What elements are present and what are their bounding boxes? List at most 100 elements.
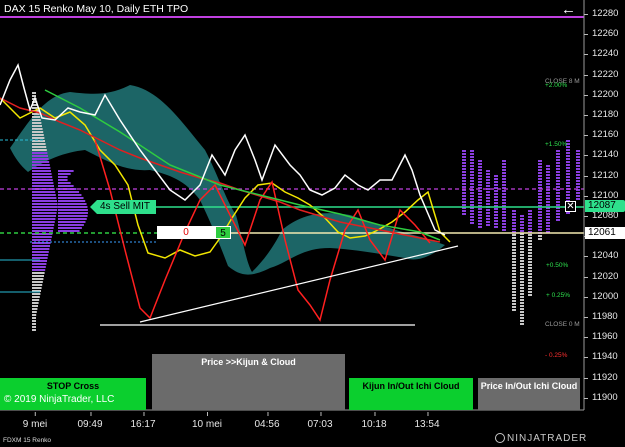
tpo-bar xyxy=(486,200,490,202)
tpo-bar xyxy=(478,199,482,201)
tpo-bar xyxy=(58,176,68,178)
tpo-bar xyxy=(32,245,50,247)
tpo-bar xyxy=(32,248,50,250)
tpo-bar xyxy=(478,211,482,213)
tpo-bar xyxy=(32,134,44,136)
tpo-bar xyxy=(470,210,474,212)
percent-level-label: +1.50% xyxy=(545,141,568,148)
tpo-bar xyxy=(502,169,506,171)
tpo-bar xyxy=(470,198,474,200)
tpo-bar xyxy=(32,155,48,157)
tpo-bar xyxy=(556,156,560,158)
tpo-bar xyxy=(502,217,506,219)
tpo-bar xyxy=(502,178,506,180)
tpo-bar xyxy=(520,317,524,319)
tpo-bar xyxy=(520,293,524,295)
tpo-bar xyxy=(556,171,560,173)
price-inout-cloud-button[interactable]: Price In/Out Ichi Cloud xyxy=(478,378,580,410)
tpo-bar xyxy=(556,210,560,212)
tpo-bar xyxy=(502,223,506,225)
tpo-bar xyxy=(556,192,560,194)
tpo-bar xyxy=(528,285,532,287)
tpo-bar xyxy=(538,178,542,180)
percent-level-label: - 0.25% xyxy=(545,352,568,359)
tpo-bar xyxy=(512,213,516,215)
tpo-bar xyxy=(462,174,466,176)
tpo-bar xyxy=(32,284,43,286)
tpo-bar xyxy=(470,159,474,161)
tpo-bar xyxy=(538,163,542,165)
tpo-bar xyxy=(462,195,466,197)
tpo-bar xyxy=(566,149,570,151)
tpo-bar xyxy=(538,184,542,186)
order-quantity[interactable]: 5 xyxy=(215,226,231,239)
tpo-bar xyxy=(478,214,482,216)
tpo-bar xyxy=(520,290,524,292)
tpo-bar xyxy=(470,153,474,155)
price-kijun-cloud-button[interactable]: Price >>Kijun & Cloud xyxy=(152,354,345,410)
tpo-bar xyxy=(546,222,550,224)
tpo-bar xyxy=(512,258,516,260)
tpo-bar xyxy=(32,296,40,298)
tpo-bar xyxy=(520,323,524,325)
tpo-bar xyxy=(462,165,466,167)
tpo-bar xyxy=(556,165,560,167)
tpo-bar xyxy=(538,238,542,240)
tpo-bar xyxy=(32,257,48,259)
tpo-bar xyxy=(538,235,542,237)
price-tick: 12000 xyxy=(583,290,619,302)
tpo-bar xyxy=(566,170,570,172)
tpo-bar xyxy=(512,225,516,227)
tpo-bar xyxy=(462,171,466,173)
tpo-bar xyxy=(538,166,542,168)
tpo-bar xyxy=(538,181,542,183)
tpo-bar xyxy=(502,226,506,228)
tpo-bar xyxy=(538,202,542,204)
tpo-bar xyxy=(528,234,532,236)
tpo-bar xyxy=(538,196,542,198)
price-tick: 12120 xyxy=(583,169,619,181)
tpo-bar xyxy=(462,153,466,155)
time-tick: 07:03 xyxy=(307,412,333,430)
tpo-bar xyxy=(462,162,466,164)
tpo-bar xyxy=(470,165,474,167)
tpo-bar xyxy=(556,195,560,197)
tpo-bar xyxy=(502,199,506,201)
tpo-bar xyxy=(538,226,542,228)
tpo-bar xyxy=(58,194,82,196)
tpo-bar xyxy=(462,150,466,152)
tpo-bar xyxy=(58,230,80,232)
back-arrow-icon[interactable]: ← xyxy=(561,2,576,17)
tpo-bar xyxy=(520,272,524,274)
tpo-bar xyxy=(520,218,524,220)
tpo-bar xyxy=(538,223,542,225)
tpo-bar xyxy=(512,255,516,257)
tpo-bar xyxy=(502,196,506,198)
tpo-bar xyxy=(32,128,43,130)
tpo-bar xyxy=(576,195,580,197)
tpo-bar xyxy=(478,208,482,210)
tpo-bar xyxy=(486,224,490,226)
tpo-bar xyxy=(566,197,570,199)
close-icon[interactable]: ✕ xyxy=(565,201,576,212)
tpo-bar xyxy=(470,201,474,203)
tpo-bar xyxy=(32,314,37,316)
tpo-bar xyxy=(32,179,53,181)
tpo-bar xyxy=(478,226,482,228)
tpo-bar xyxy=(556,201,560,203)
tpo-bar xyxy=(520,215,524,217)
tpo-bar xyxy=(470,171,474,173)
sell-mit-order-label[interactable]: 4s Sell MIT xyxy=(90,200,157,214)
tpo-bar xyxy=(478,193,482,195)
tpo-bar xyxy=(494,208,498,210)
tpo-bar xyxy=(546,219,550,221)
tpo-bar xyxy=(32,320,36,322)
tpo-bar xyxy=(32,143,46,145)
tpo-bar xyxy=(528,282,532,284)
tpo-bar xyxy=(486,170,490,172)
tpo-bar xyxy=(556,162,560,164)
tpo-bar xyxy=(32,173,52,175)
tpo-bar xyxy=(32,227,54,229)
kijun-inout-cloud-button[interactable]: Kijun In/Out Ichi Cloud xyxy=(349,378,473,410)
tpo-bar xyxy=(32,158,49,160)
